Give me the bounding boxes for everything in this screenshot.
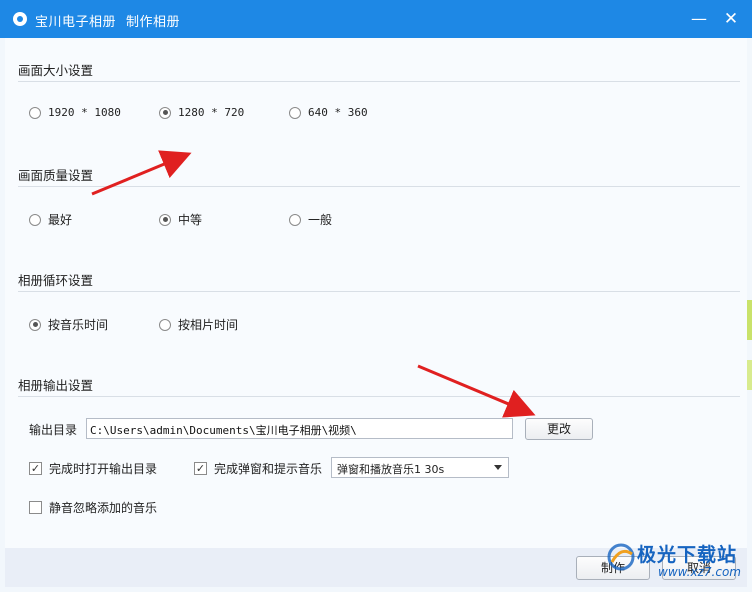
- radio-quality-normal[interactable]: 一般: [289, 211, 332, 228]
- radio-label: 按音乐时间: [48, 318, 109, 332]
- open-dir-checkbox[interactable]: ✓ 完成时打开输出目录: [29, 460, 157, 477]
- checkbox-label: 完成时打开输出目录: [49, 462, 158, 476]
- select-value: 弹窗和播放音乐1 30s: [337, 463, 445, 476]
- checkbox-label: 静音忽略添加的音乐: [49, 501, 158, 515]
- divider: [18, 186, 740, 187]
- radio-size-1920[interactable]: 1920 * 1080: [29, 106, 121, 119]
- radio-circle-selected[interactable]: [159, 106, 171, 119]
- dialog-content: 画面大小设置 1920 * 1080 1280 * 720 640 * 360 …: [5, 38, 747, 548]
- radio-size-1280[interactable]: 1280 * 720: [159, 106, 244, 119]
- radio-label: 最好: [48, 213, 73, 227]
- radio-label: 按相片时间: [178, 318, 239, 332]
- radio-label: 1280 * 720: [178, 106, 245, 119]
- popup-music-select[interactable]: 弹窗和播放音乐1 30s: [331, 457, 509, 478]
- close-button[interactable]: ✕: [720, 8, 742, 30]
- divider: [18, 396, 740, 397]
- loop-section-title: 相册循环设置: [18, 273, 94, 288]
- popup-music-checkbox[interactable]: ✓ 完成弹窗和提示音乐: [194, 460, 322, 477]
- radio-circle[interactable]: [289, 106, 301, 119]
- radio-label: 640 * 360: [308, 106, 368, 119]
- radio-circle[interactable]: [159, 318, 171, 331]
- radio-circle-selected[interactable]: [29, 318, 41, 331]
- minimize-button[interactable]: —: [688, 8, 710, 30]
- output-section-title: 相册输出设置: [18, 378, 94, 393]
- checkbox-checked-icon[interactable]: ✓: [194, 462, 207, 475]
- size-section-title: 画面大小设置: [18, 63, 94, 78]
- mute-checkbox[interactable]: 静音忽略添加的音乐: [29, 499, 157, 516]
- watermark-logo-icon: [607, 543, 635, 571]
- output-dir-label: 输出目录: [29, 423, 78, 437]
- watermark-text: 极光下载站: [637, 544, 738, 566]
- quality-section-title: 画面质量设置: [18, 168, 94, 183]
- radio-label: 1920 * 1080: [48, 106, 121, 119]
- radio-quality-best[interactable]: 最好: [29, 211, 72, 228]
- radio-circle[interactable]: [29, 213, 41, 226]
- watermark: 极光下载站 www.xz7.com: [592, 538, 752, 588]
- background-strip: [747, 300, 752, 340]
- checkbox-label: 完成弹窗和提示音乐: [214, 462, 323, 476]
- radio-loop-photo[interactable]: 按相片时间: [159, 316, 238, 333]
- radio-label: 中等: [178, 213, 203, 227]
- dialog-title: 制作相册: [126, 15, 181, 30]
- divider: [18, 81, 740, 82]
- radio-circle[interactable]: [289, 213, 301, 226]
- radio-loop-music[interactable]: 按音乐时间: [29, 316, 108, 333]
- checkbox-unchecked-icon[interactable]: [29, 501, 42, 514]
- title-bar: 宝川电子相册 制作相册 — ✕: [0, 0, 752, 38]
- radio-size-640[interactable]: 640 * 360: [289, 106, 368, 119]
- radio-quality-medium[interactable]: 中等: [159, 211, 202, 228]
- change-button[interactable]: 更改: [525, 418, 593, 440]
- divider: [18, 291, 740, 292]
- app-name: 宝川电子相册: [35, 15, 117, 30]
- radio-label: 一般: [308, 213, 333, 227]
- output-dir-input[interactable]: C:\Users\admin\Documents\宝川电子相册\视频\: [86, 418, 513, 439]
- app-logo-icon: [13, 12, 27, 26]
- background-strip: [747, 360, 752, 390]
- window-title: 宝川电子相册 制作相册: [35, 11, 190, 30]
- radio-circle-selected[interactable]: [159, 213, 171, 226]
- radio-circle[interactable]: [29, 106, 41, 119]
- checkbox-checked-icon[interactable]: ✓: [29, 462, 42, 475]
- watermark-url: www.xz7.com: [658, 565, 741, 579]
- chevron-down-icon[interactable]: [494, 465, 502, 470]
